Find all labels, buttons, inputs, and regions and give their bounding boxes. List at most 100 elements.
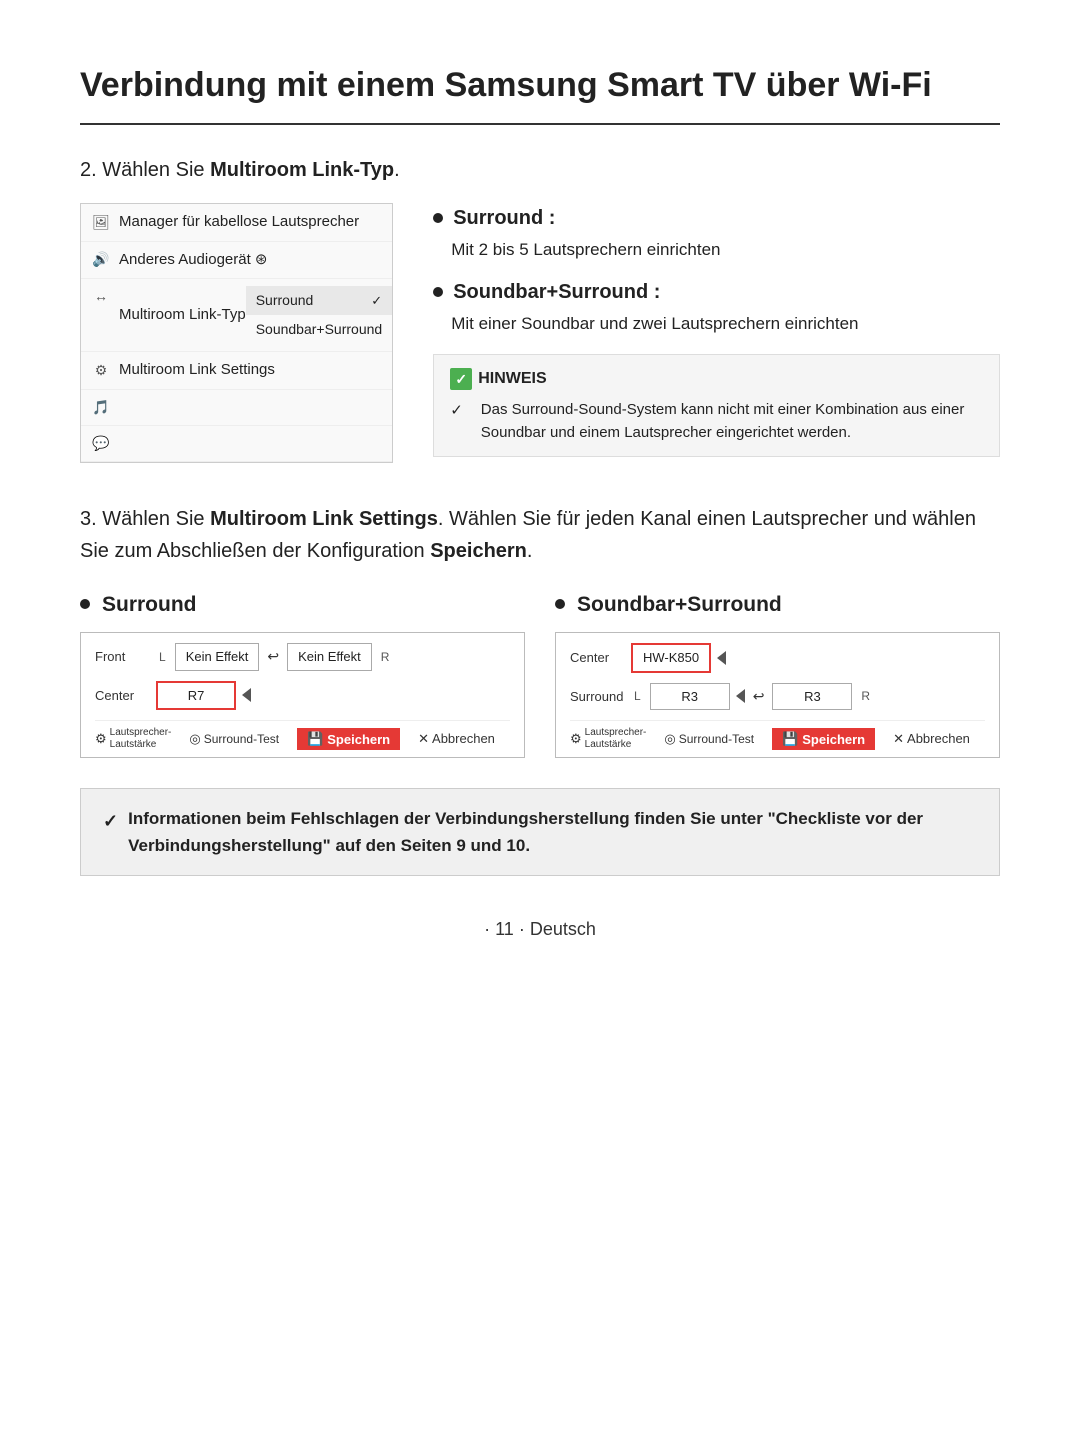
audio-label: Anderes Audiogerät ⊛ xyxy=(119,249,382,272)
front-row: Front L Kein Effekt ↩ Kein Effekt R xyxy=(95,643,510,671)
soundbar-settings-panel: Center HW-K850 Surround L R3 ↩ R3 R ⚙ La… xyxy=(555,632,1000,758)
soundbar-panel-title: Soundbar+Surround xyxy=(555,589,1000,621)
bottom-note-text: Informationen beim Fehlschlagen der Verb… xyxy=(128,805,977,859)
bottom-check-icon: ✓ xyxy=(103,807,118,836)
sb-speaker-tool[interactable]: ⚙ Lautsprecher-Lautstärke xyxy=(570,727,646,751)
surround-panel-dot xyxy=(80,599,90,609)
menu-row-manager: 🖼 Manager für kabellose Lautsprecher xyxy=(81,204,392,242)
submenu-surround-label: Surround xyxy=(256,290,314,311)
hinweis-text: Das Surround-Sound-System kann nicht mit… xyxy=(481,399,983,444)
front-left-box[interactable]: Kein Effekt xyxy=(175,643,260,671)
sb-speaker-icon: ⚙ xyxy=(570,729,582,749)
cancel-tool[interactable]: ✕ Abbrechen xyxy=(418,729,495,749)
menu-panel: 🖼 Manager für kabellose Lautsprecher 🔊 A… xyxy=(80,203,393,463)
speaker-icon: ⚙ xyxy=(95,729,107,749)
linktyp-submenu: Surround ✓ Soundbar+Surround xyxy=(246,286,393,344)
center-box[interactable]: R7 xyxy=(156,681,236,711)
sb-center-box[interactable]: HW-K850 xyxy=(631,643,711,673)
sb-surround-row: Surround L R3 ↩ R3 R xyxy=(570,683,985,711)
sb-save-button[interactable]: 💾 Speichern xyxy=(772,728,875,750)
hinweis-title: ✓ HINWEIS xyxy=(450,367,983,391)
page-number: · 11 · Deutsch xyxy=(484,919,596,939)
submenu-surround[interactable]: Surround ✓ xyxy=(246,286,393,315)
sb-surround-l: L xyxy=(634,687,641,705)
linktyp-label: Multiroom Link-Typ xyxy=(119,304,246,327)
sb-test-label: Surround-Test xyxy=(679,730,754,748)
sb-tri-left xyxy=(736,689,745,703)
front-l: L xyxy=(159,648,166,666)
sb-cancel-tool[interactable]: ✕ Abbrechen xyxy=(893,729,970,749)
chat-icon: 💬 xyxy=(91,433,111,454)
cancel-label: Abbrechen xyxy=(432,729,495,749)
linktyp-icon: ↔ xyxy=(91,286,111,307)
sb-surround-r: R xyxy=(861,687,870,705)
sb-cancel-x: ✕ xyxy=(893,729,904,749)
sb-surround-label: Surround xyxy=(570,687,625,707)
center-tri-left xyxy=(242,688,251,702)
speaker-label: Lautsprecher-Lautstärke xyxy=(110,727,172,751)
center-row: Center R7 xyxy=(95,681,510,711)
front-r: R xyxy=(381,648,390,666)
sb-speaker-label: Lautsprecher-Lautstärke xyxy=(585,727,647,751)
center-label: Center xyxy=(95,686,150,706)
front-label: Front xyxy=(95,647,150,667)
manager-icon: 🖼 xyxy=(91,212,111,233)
option-soundbar: Soundbar+Surround : Mit einer Soundbar u… xyxy=(433,277,1000,337)
sb-test-icon: ◎ xyxy=(664,729,675,749)
hinweis-icon: ✓ xyxy=(450,368,472,390)
save-button[interactable]: 💾 Speichern xyxy=(297,728,400,750)
sb-arrow: ↩ xyxy=(753,686,765,707)
sb-surround-left-box[interactable]: R3 xyxy=(650,683,730,711)
menu-row-chat: 💬 xyxy=(81,426,392,462)
surround-settings-panel: Front L Kein Effekt ↩ Kein Effekt R Cent… xyxy=(80,632,525,758)
soundbar-desc: Mit einer Soundbar und zwei Lautsprecher… xyxy=(451,311,1000,337)
menu-row-linktyp[interactable]: ↔ Multiroom Link-Typ Surround ✓ Soundbar… xyxy=(81,279,392,352)
panel-soundbar-surround: Soundbar+Surround Center HW-K850 Surroun… xyxy=(555,589,1000,759)
soundbar-toolbar: ⚙ Lautsprecher-Lautstärke ◎ Surround-Tes… xyxy=(570,720,985,751)
settings-label: Multiroom Link Settings xyxy=(119,359,382,382)
step2-right: Surround : Mit 2 bis 5 Lautsprechern ein… xyxy=(433,203,1000,463)
settings-icon: ⚙ xyxy=(91,360,111,381)
soundbar-title: Soundbar+Surround : xyxy=(433,277,1000,307)
sb-center-label: Center xyxy=(570,648,625,668)
test-label: Surround-Test xyxy=(204,730,279,748)
sb-cancel-label: Abbrechen xyxy=(907,729,970,749)
test-icon: ◎ xyxy=(189,729,200,749)
surround-dot xyxy=(433,213,443,223)
surround-check: ✓ xyxy=(371,291,382,311)
submenu-soundbar-label: Soundbar+Surround xyxy=(256,319,383,340)
menu-row-settings[interactable]: ⚙ Multiroom Link Settings xyxy=(81,352,392,390)
audio-icon: 🔊 xyxy=(91,249,111,270)
step2-content: 🖼 Manager für kabellose Lautsprecher 🔊 A… xyxy=(80,203,1000,463)
step3-intro: 3. Wählen Sie Multiroom Link Settings. W… xyxy=(80,503,1000,567)
sb-surround-right-box[interactable]: R3 xyxy=(772,683,852,711)
sb-center-tri xyxy=(717,651,726,665)
bottom-note: ✓ Informationen beim Fehlschlagen der Ve… xyxy=(80,788,1000,876)
sb-save-icon: 💾 xyxy=(782,731,798,747)
front-right-box[interactable]: Kein Effekt xyxy=(287,643,372,671)
speaker-tool[interactable]: ⚙ Lautsprecher-Lautstärke xyxy=(95,727,171,751)
sb-save-label: Speichern xyxy=(802,732,865,747)
test-tool[interactable]: ◎ Surround-Test xyxy=(189,729,279,749)
surround-desc: Mit 2 bis 5 Lautsprechern einrichten xyxy=(451,237,1000,263)
hinweis-content: ✓ Das Surround-Sound-System kann nicht m… xyxy=(450,399,983,444)
sb-test-tool[interactable]: ◎ Surround-Test xyxy=(664,729,754,749)
step2-intro: 2. Wählen Sie Multiroom Link-Typ. xyxy=(80,155,1000,185)
menu-row-music: 🎵 xyxy=(81,390,392,426)
hinweis-check: ✓ xyxy=(450,400,463,423)
sb-center-row: Center HW-K850 xyxy=(570,643,985,673)
surround-panel-title: Surround xyxy=(80,589,525,621)
music-icon: 🎵 xyxy=(91,397,111,418)
page-title: Verbindung mit einem Samsung Smart TV üb… xyxy=(80,60,1000,125)
submenu-soundbar[interactable]: Soundbar+Surround xyxy=(246,315,393,344)
save-label: Speichern xyxy=(327,732,390,747)
soundbar-dot xyxy=(433,287,443,297)
front-arrow: ↩ xyxy=(267,646,279,667)
manager-label: Manager für kabellose Lautsprecher xyxy=(119,211,382,234)
surround-toolbar: ⚙ Lautsprecher-Lautstärke ◎ Surround-Tes… xyxy=(95,720,510,751)
option-surround: Surround : Mit 2 bis 5 Lautsprechern ein… xyxy=(433,203,1000,263)
save-icon: 💾 xyxy=(307,731,323,747)
panel-surround: Surround Front L Kein Effekt ↩ Kein Effe… xyxy=(80,589,525,759)
soundbar-panel-dot xyxy=(555,599,565,609)
cancel-x: ✕ xyxy=(418,729,429,749)
